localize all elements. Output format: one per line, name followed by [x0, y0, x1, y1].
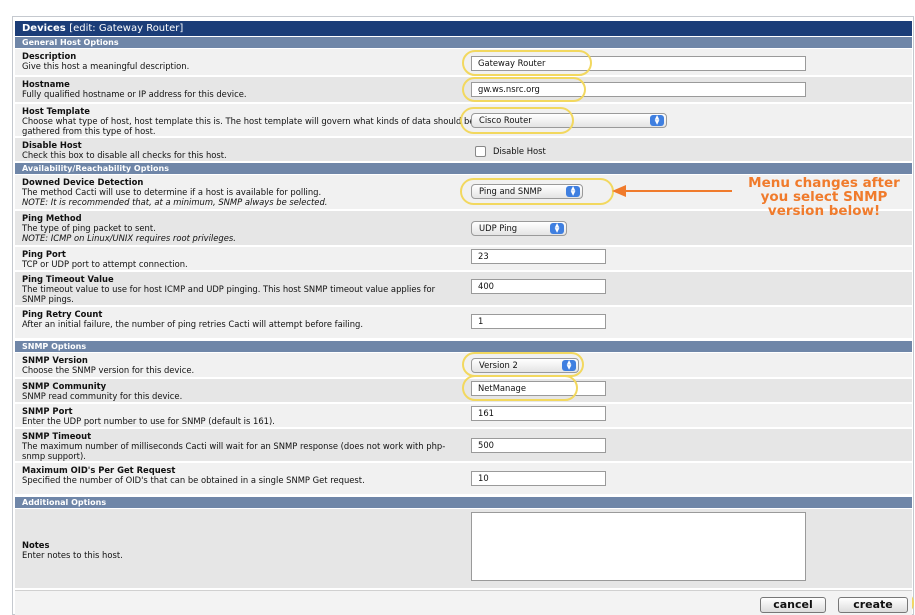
snmp-timeout-input[interactable]: 500: [471, 438, 606, 453]
select-arrows-icon: ▲ ▼: [550, 223, 564, 234]
ping-timeout-help: The timeout value to use for host ICMP a…: [22, 284, 436, 304]
description-input[interactable]: Gateway Router: [471, 56, 806, 71]
row-ping-retry: Ping Retry Count After an initial failure…: [15, 307, 912, 339]
disable-host-label: Disable Host: [22, 140, 82, 150]
row-snmp-version: SNMP Version Choose the SNMP version for …: [15, 353, 912, 378]
hostname-help: Fully qualified hostname or IP address f…: [22, 89, 247, 99]
ping-method-label: Ping Method: [22, 213, 82, 223]
section-availability: Availability/Reachability Options: [15, 163, 912, 174]
max-oids-help: Specified the number of OID's that can b…: [22, 475, 365, 485]
row-max-oids: Maximum OID's Per Get Request Specified t…: [15, 463, 912, 495]
snmp-version-select[interactable]: Version 2 ▲ ▼: [471, 358, 579, 373]
create-button[interactable]: create: [838, 597, 908, 613]
max-oids-label: Maximum OID's Per Get Request: [22, 465, 176, 475]
ping-method-select[interactable]: UDP Ping ▲ ▼: [471, 221, 567, 236]
hostname-input[interactable]: gw.ws.nsrc.org: [471, 82, 806, 97]
downed-detection-select[interactable]: Ping and SNMP ▲ ▼: [471, 184, 583, 199]
disable-host-checkbox[interactable]: [475, 146, 486, 157]
row-ping-port: Ping Port TCP or UDP port to attempt conn…: [15, 247, 912, 271]
ping-retry-help: After an initial failure, the number of …: [22, 319, 363, 329]
page-title: Devices [edit: Gateway Router]: [15, 21, 912, 36]
cancel-button[interactable]: cancel: [760, 597, 826, 613]
page-title-edit: [edit: Gateway Router]: [69, 23, 184, 34]
disable-host-help: Check this box to disable all checks for…: [22, 150, 227, 160]
hostname-label: Hostname: [22, 79, 70, 89]
ping-method-note: NOTE: ICMP on Linux/UNIX requires root p…: [22, 233, 236, 243]
host-template-value: Cisco Router: [479, 115, 532, 125]
ping-port-label: Ping Port: [22, 249, 66, 259]
downed-detection-label: Downed Device Detection: [22, 177, 144, 187]
page-title-main: Devices: [22, 23, 66, 34]
row-ping-timeout: Ping Timeout Value The timeout value to u…: [15, 272, 912, 306]
ping-timeout-label: Ping Timeout Value: [22, 274, 114, 284]
row-snmp-port: SNMP Port Enter the UDP port number to us…: [15, 404, 912, 428]
row-host-template: Host Template Choose what type of host, h…: [15, 104, 912, 137]
notes-label: Notes: [22, 540, 50, 550]
snmp-timeout-label: SNMP Timeout: [22, 431, 92, 441]
select-arrows-icon: ▲ ▼: [566, 186, 580, 197]
snmp-version-help: Choose the SNMP version for this device.: [22, 365, 195, 375]
downed-detection-note: NOTE: It is recommended that, at a minim…: [22, 197, 328, 207]
snmp-port-label: SNMP Port: [22, 406, 73, 416]
notes-help: Enter notes to this host.: [22, 550, 123, 560]
snmp-port-help: Enter the UDP port number to use for SNM…: [22, 416, 275, 426]
notes-textarea[interactable]: [471, 512, 806, 581]
description-label: Description: [22, 51, 77, 61]
ping-port-help: TCP or UDP port to attempt connection.: [22, 259, 188, 269]
max-oids-input[interactable]: 10: [471, 471, 606, 486]
row-snmp-community: SNMP Community SNMP read community for th…: [15, 379, 912, 403]
arrow-left-icon: [612, 185, 732, 197]
snmp-version-value: Version 2: [479, 360, 518, 370]
ping-method-help: The type of ping packet to sent.: [22, 223, 156, 233]
snmp-version-label: SNMP Version: [22, 355, 88, 365]
snmp-timeout-help: The maximum number of milliseconds Cacti…: [22, 441, 446, 461]
ping-method-value: UDP Ping: [479, 223, 518, 233]
section-snmp: SNMP Options: [15, 341, 912, 352]
downed-detection-help: The method Cacti will use to determine i…: [22, 187, 322, 197]
host-template-select[interactable]: Cisco Router ▲ ▼: [471, 113, 667, 128]
row-disable-host: Disable Host Check this box to disable al…: [15, 138, 912, 162]
select-arrows-icon: ▲ ▼: [650, 115, 664, 126]
snmp-community-help: SNMP read community for this device.: [22, 391, 183, 401]
ping-timeout-input[interactable]: 400: [471, 279, 606, 294]
section-general: General Host Options: [15, 37, 912, 48]
snmp-port-input[interactable]: 161: [471, 406, 606, 421]
select-arrows-icon: ▲ ▼: [562, 360, 576, 371]
snmp-community-label: SNMP Community: [22, 381, 107, 391]
ping-retry-input[interactable]: 1: [471, 314, 606, 329]
downed-detection-value: Ping and SNMP: [479, 186, 542, 196]
snmp-community-input[interactable]: NetManage: [471, 381, 606, 396]
host-template-help: Choose what type of host, host template …: [22, 116, 475, 136]
disable-host-checkbox-label: Disable Host: [493, 146, 546, 156]
section-additional: Additional Options: [15, 497, 912, 508]
description-help: Give this host a meaningful description.: [22, 61, 190, 71]
row-snmp-timeout: SNMP Timeout The maximum number of millis…: [15, 429, 912, 462]
host-template-label: Host Template: [22, 106, 90, 116]
ping-port-input[interactable]: 23: [471, 249, 606, 264]
annotation-callout: Menu changes after you select SNMP versi…: [748, 175, 900, 219]
ping-retry-label: Ping Retry Count: [22, 309, 103, 319]
